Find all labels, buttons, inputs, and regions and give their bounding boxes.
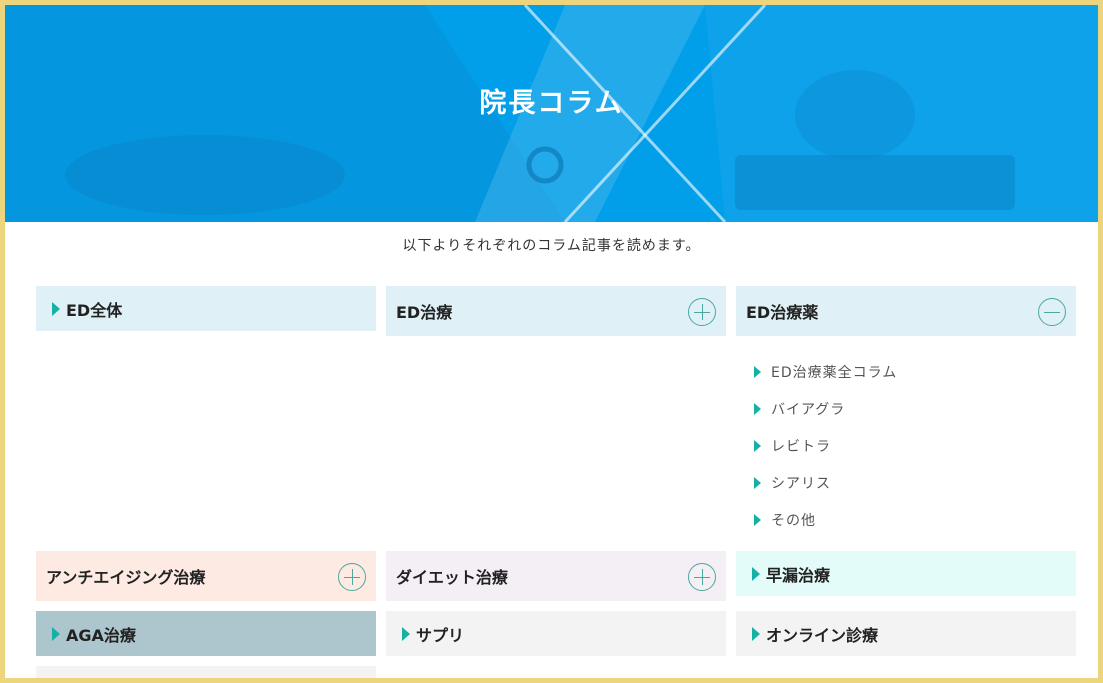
hero-banner: 院長コラム xyxy=(5,5,1098,222)
arrow-right-icon xyxy=(402,626,410,641)
category-premature-ejaculation[interactable]: 早漏治療 xyxy=(736,551,1076,596)
category-ed-general[interactable]: ED全体 xyxy=(36,286,376,331)
category-diet[interactable]: ダイエット治療 xyxy=(386,551,726,601)
arrow-right-icon xyxy=(752,566,760,581)
arrow-right-icon xyxy=(754,476,761,489)
arrow-right-icon xyxy=(52,301,60,316)
category-supplements[interactable]: サプリ xyxy=(386,611,726,656)
page: 院長コラム 以下よりそれぞれのコラム記事を読めます。 ED全体 ED治療 ED治… xyxy=(5,5,1098,678)
page-title: 院長コラム xyxy=(479,88,624,119)
sublink-all-columns[interactable]: ED治療薬全コラム xyxy=(754,353,897,390)
arrow-right-icon xyxy=(752,626,760,641)
sublink-viagra[interactable]: バイアグラ xyxy=(754,390,897,427)
category-label: ED治療薬 xyxy=(746,303,819,322)
arrow-right-icon xyxy=(754,365,761,378)
category-label: ED治療 xyxy=(396,303,453,322)
arrow-right-icon xyxy=(754,439,761,452)
sublink-label: レビトラ xyxy=(771,438,831,455)
sublink-others[interactable]: その他 xyxy=(754,501,897,538)
arrow-right-icon xyxy=(754,402,761,415)
category-label: AGA治療 xyxy=(66,625,136,645)
category-label: オンライン診療 xyxy=(766,625,879,645)
minus-circle-icon[interactable] xyxy=(1038,298,1066,326)
category-label: 早漏治療 xyxy=(766,565,831,585)
category-anti-aging[interactable]: アンチエイジング治療 xyxy=(36,551,376,601)
sublink-label: その他 xyxy=(771,512,816,529)
category-card-partial[interactable] xyxy=(36,666,376,678)
plus-circle-icon[interactable] xyxy=(688,298,716,326)
plus-circle-icon[interactable] xyxy=(688,563,716,591)
category-label: サプリ xyxy=(416,625,465,645)
sublink-cialis[interactable]: シアリス xyxy=(754,464,897,501)
category-label: ED全体 xyxy=(66,300,123,320)
intro-text: 以下よりそれぞれのコラム記事を読めます。 xyxy=(402,238,701,254)
sublink-label: バイアグラ xyxy=(771,401,846,418)
category-label: ダイエット治療 xyxy=(396,568,508,587)
arrow-right-icon xyxy=(754,513,761,526)
category-online-consultation[interactable]: オンライン診療 xyxy=(736,611,1076,656)
category-label: アンチエイジング治療 xyxy=(46,568,206,587)
sublink-label: シアリス xyxy=(771,475,831,492)
category-ed-treatment[interactable]: ED治療 xyxy=(386,286,726,336)
arrow-right-icon xyxy=(52,626,60,641)
plus-circle-icon[interactable] xyxy=(338,563,366,591)
ed-drugs-sublist: ED治療薬全コラム バイアグラ レビトラ シアリス その他 xyxy=(754,353,897,538)
sublink-levitra[interactable]: レビトラ xyxy=(754,427,897,464)
category-ed-drugs[interactable]: ED治療薬 xyxy=(736,286,1076,336)
category-aga[interactable]: AGA治療 xyxy=(36,611,376,656)
sublink-label: ED治療薬全コラム xyxy=(771,364,898,381)
